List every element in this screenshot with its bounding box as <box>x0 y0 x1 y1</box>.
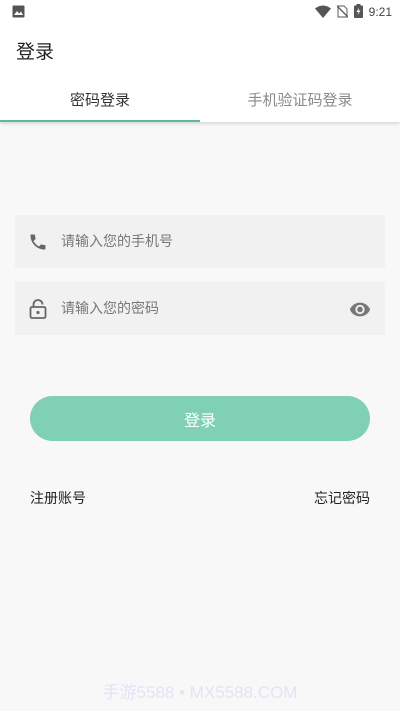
status-time: 9:21 <box>368 5 392 19</box>
eye-icon[interactable] <box>349 298 371 320</box>
forgot-password-link[interactable]: 忘记密码 <box>314 488 370 508</box>
image-icon <box>12 3 25 22</box>
phone-icon <box>27 231 49 253</box>
password-input[interactable] <box>61 282 385 335</box>
phone-field[interactable] <box>15 215 385 268</box>
register-link[interactable]: 注册账号 <box>30 488 86 508</box>
login-button[interactable]: 登录 <box>30 396 370 441</box>
login-tabs: 密码登录 手机验证码登录 <box>0 76 400 122</box>
wifi-icon <box>314 3 331 22</box>
tab-password-login[interactable]: 密码登录 <box>0 76 200 122</box>
watermark: 手游5588 • MX5588.COM <box>102 683 298 702</box>
lock-icon <box>27 298 49 320</box>
page-title: 登录 <box>16 40 55 63</box>
status-bar: 9:21 <box>0 0 400 24</box>
app-bar: 登录 <box>0 24 400 76</box>
no-sim-icon <box>336 3 349 22</box>
phone-input[interactable] <box>61 215 385 268</box>
battery-charging-icon <box>353 3 363 22</box>
password-field[interactable] <box>15 282 385 335</box>
tab-sms-code-login[interactable]: 手机验证码登录 <box>200 76 400 122</box>
